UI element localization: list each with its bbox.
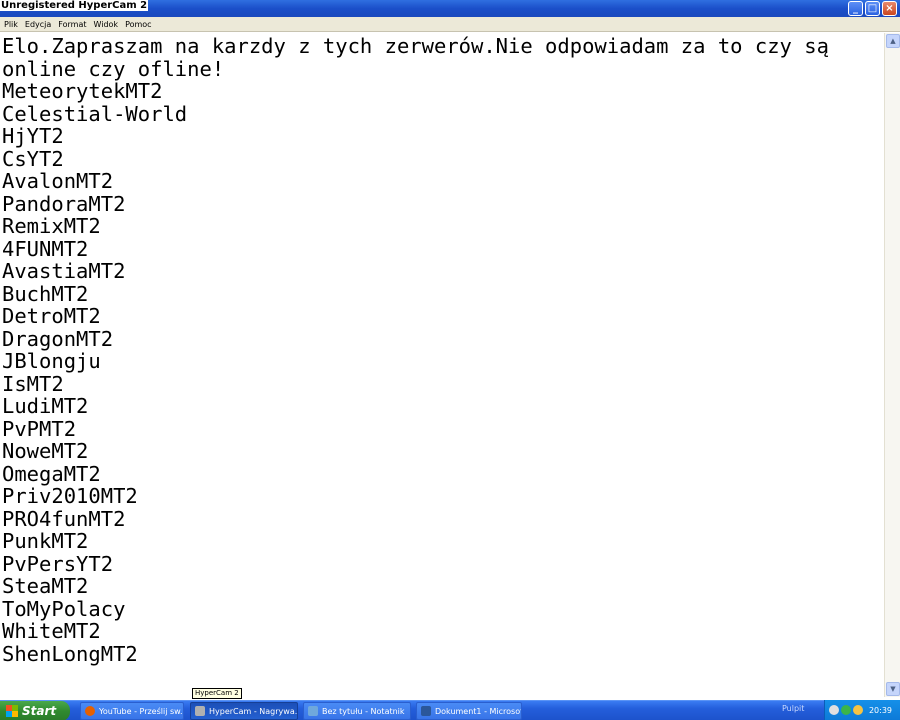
menu-help[interactable]: Pomoc (125, 20, 152, 29)
server-line: LudiMT2 (2, 394, 89, 418)
server-line: ShenLongMT2 (2, 641, 138, 666)
taskbar-item-word[interactable]: Dokument1 - Microsof... (416, 702, 522, 720)
server-line: ToMyPolacy (2, 596, 126, 621)
maximize-button[interactable]: □ (865, 1, 880, 16)
title-bar: Unregistered HyperCam 2 _ □ × (0, 0, 900, 17)
taskbar: Start YouTube - Prześlij sw... HyperCam … (0, 700, 900, 720)
server-line: DetroMT2 (2, 304, 101, 328)
server-line: IsMT2 (2, 371, 64, 396)
server-line: MeteorytekMT2 (2, 79, 163, 103)
menu-file[interactable]: Plik (4, 20, 18, 29)
volume-icon[interactable] (853, 705, 863, 715)
server-line: RemixMT2 (2, 214, 101, 238)
taskbar-item-label: YouTube - Prześlij sw... (99, 706, 184, 716)
server-line: Celestial-World (2, 101, 188, 126)
system-tray: 20:39 (824, 700, 900, 720)
desktop-toolbar-label[interactable]: Pulpit (782, 704, 804, 713)
server-line: AvastiaMT2 (2, 259, 126, 283)
menu-edit[interactable]: Edycja (25, 20, 51, 29)
server-line: PunkMT2 (2, 529, 89, 553)
close-button[interactable]: × (882, 1, 897, 16)
server-line: DragonMT2 (2, 326, 114, 351)
clock: 20:39 (868, 705, 892, 715)
taskbar-item-hypercam[interactable]: HyperCam - Nagrywa... (190, 702, 298, 720)
menu-view[interactable]: Widok (94, 20, 119, 29)
taskbar-item-youtube[interactable]: YouTube - Prześlij sw... (80, 702, 184, 720)
server-line: BuchMT2 (2, 281, 89, 306)
hypercam-icon (195, 706, 205, 716)
server-line: PRO4funMT2 (2, 506, 126, 531)
security-icon[interactable] (841, 705, 851, 715)
server-line: PvPersYT2 (2, 551, 114, 576)
menu-format[interactable]: Format (58, 20, 86, 29)
server-line: PandoraMT2 (2, 191, 126, 216)
minimize-button[interactable]: _ (848, 1, 863, 16)
taskbar-item-label: Bez tytułu - Notatnik (322, 706, 405, 716)
taskbar-tooltip: HyperCam 2 (192, 688, 242, 699)
firefox-icon (85, 706, 95, 716)
windows-logo-icon (6, 705, 18, 717)
start-label: Start (22, 704, 57, 718)
server-line: OmegaMT2 (2, 461, 101, 486)
taskbar-item-label: Dokument1 - Microsof... (435, 706, 522, 716)
window-title: Unregistered HyperCam 2 (0, 0, 149, 11)
taskbar-item-label: HyperCam - Nagrywa... (209, 706, 298, 716)
network-icon[interactable] (829, 705, 839, 715)
server-line: CsYT2 (2, 146, 64, 171)
word-icon (421, 706, 431, 716)
start-button[interactable]: Start (0, 701, 70, 720)
notepad-icon (308, 706, 318, 716)
intro-text: Elo.Zapraszam na karzdy z tych zerwerów.… (2, 34, 842, 81)
window-controls: _ □ × (848, 1, 897, 16)
server-line: 4FUNMT2 (2, 236, 89, 261)
server-line: SteaMT2 (2, 574, 89, 598)
server-line: PvPMT2 (2, 416, 77, 441)
vertical-scrollbar[interactable]: ▲ ▼ (884, 33, 900, 697)
menu-bar: Plik Edycja Format Widok Pomoc (0, 17, 900, 32)
server-line: Priv2010MT2 (2, 484, 138, 508)
scroll-down-arrow-icon[interactable]: ▼ (886, 682, 900, 696)
server-line: HjYT2 (2, 124, 64, 148)
taskbar-item-notepad[interactable]: Bez tytułu - Notatnik (303, 702, 411, 720)
scroll-up-arrow-icon[interactable]: ▲ (886, 34, 900, 48)
text-editor[interactable]: Elo.Zapraszam na karzdy z tych zerwerów.… (0, 33, 884, 697)
server-line: AvalonMT2 (2, 169, 114, 193)
server-line: JBlongju (2, 349, 101, 373)
server-line: NoweMT2 (2, 439, 89, 463)
server-line: WhiteMT2 (2, 619, 101, 643)
